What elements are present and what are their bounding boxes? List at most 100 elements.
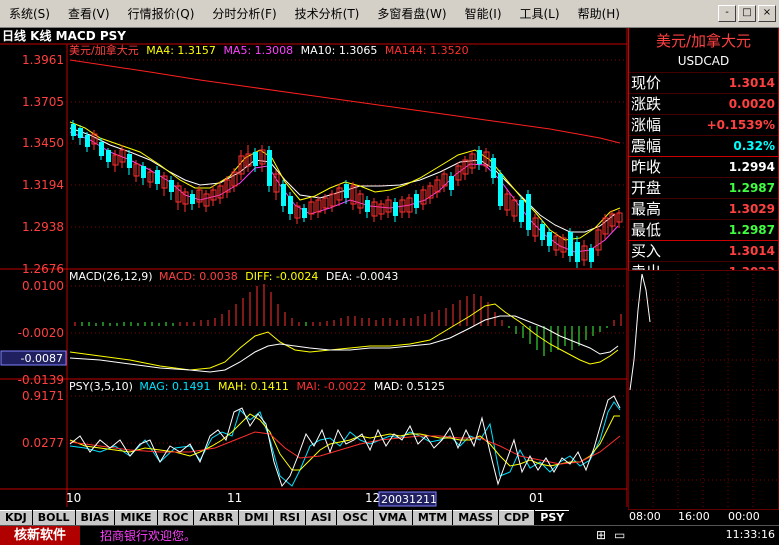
candle: [106, 150, 111, 162]
macd-header: MACD(26,12,9) MACD: 0.0038 DIFF: -0.0024…: [69, 270, 398, 283]
x-label: 01: [529, 491, 544, 505]
candle: [449, 176, 454, 190]
tab-psy[interactable]: PSY: [535, 510, 570, 525]
menu-quote[interactable]: 行情报价(Q): [119, 5, 204, 22]
candle: [498, 174, 503, 206]
window-controls: - □ ×: [718, 5, 779, 22]
tab-arbr[interactable]: ARBR: [194, 510, 239, 525]
cross-cursor-icon[interactable]: ⊞: [596, 528, 606, 542]
macd-histogram: [74, 284, 622, 356]
intraday-time-axis: 08:00 16:00 00:00: [628, 510, 779, 524]
diff-line: [69, 303, 619, 371]
menu-view[interactable]: 查看(V): [59, 5, 119, 22]
tab-dmi[interactable]: DMI: [239, 510, 274, 525]
menu-multiwindow[interactable]: 多窗看盘(W): [368, 5, 455, 22]
quote-row-bid: 买入 1.3014: [629, 240, 778, 261]
tab-bias[interactable]: BIAS: [75, 510, 115, 525]
tab-roc[interactable]: ROC: [157, 510, 194, 525]
quote-row-amplitude: 震幅 0.32%: [629, 135, 778, 156]
tab-mike[interactable]: MIKE: [115, 510, 157, 525]
window-icon[interactable]: ▭: [614, 528, 625, 542]
y-tick: 1.3961: [22, 53, 64, 67]
brand-logo: 核新软件: [0, 526, 81, 545]
menu-help[interactable]: 帮助(H): [569, 5, 629, 22]
psy-header: PSY(3,5,10) MAG: 0.1491 MAH: 0.1411 MAI:…: [69, 380, 445, 393]
ma10-label: MA10: 1.3065: [301, 44, 378, 57]
tab-mtm[interactable]: MTM: [412, 510, 453, 525]
ma144-label: MA144: 1.3520: [385, 44, 469, 57]
candle: [78, 128, 83, 138]
quote-name: 美元/加拿大元: [655, 32, 752, 50]
tab-kdj[interactable]: KDJ: [0, 510, 32, 525]
restore-button[interactable]: □: [738, 5, 756, 22]
menu-bar: 系统(S) 查看(V) 行情报价(Q) 分时分析(F) 技术分析(T) 多窗看盘…: [0, 0, 779, 28]
y-tick: 0.0100: [22, 279, 64, 293]
ma144-line: [69, 59, 621, 144]
menu-technical[interactable]: 技术分析(T): [286, 5, 369, 22]
intraday-chart[interactable]: [628, 270, 779, 510]
macd-value: MACD: 0.0038: [159, 270, 238, 283]
indicator-tabs: KDJ BOLL BIAS MIKE ROC ARBR DMI RSI ASI …: [0, 508, 628, 525]
tab-boll[interactable]: BOLL: [32, 510, 75, 525]
y-tick: 1.2676: [22, 262, 64, 276]
candle: [281, 184, 286, 206]
macd-name: MACD(26,12,9): [69, 270, 153, 283]
candle: [393, 202, 398, 216]
ma5-label: MA5: 1.3008: [223, 44, 293, 57]
tab-osc[interactable]: OSC: [337, 510, 373, 525]
candle: [99, 142, 104, 156]
time-label: 08:00: [629, 510, 661, 523]
menu-tools[interactable]: 工具(L): [511, 5, 569, 22]
candle: [365, 200, 370, 212]
clock: 11:33:16: [725, 528, 775, 541]
ma4-label: MA4: 1.3157: [146, 44, 216, 57]
tab-mass[interactable]: MASS: [453, 510, 499, 525]
menu-smart[interactable]: 智能(I): [456, 5, 511, 22]
kline-symbol: 美元/加拿大元: [69, 43, 139, 57]
candle: [127, 154, 132, 168]
y-tick: -0.0139: [18, 373, 64, 387]
psy-mai-line: [69, 431, 621, 465]
candle: [141, 166, 146, 178]
candle: [344, 184, 349, 198]
mai-value: MAI: -0.0022: [296, 380, 366, 393]
candle: [547, 232, 552, 246]
close-button[interactable]: ×: [758, 5, 776, 22]
candle: [288, 196, 293, 214]
candle: [519, 200, 524, 222]
quote-row-low: 最低 1.2987: [629, 219, 778, 240]
x-label: 10: [66, 491, 81, 505]
tab-rsi[interactable]: RSI: [274, 510, 305, 525]
news-ticker: 招商银行欢迎您。: [100, 529, 197, 543]
menu-intraday[interactable]: 分时分析(F): [203, 5, 285, 22]
x-label: 11: [227, 491, 242, 505]
dea-value: DEA: -0.0043: [326, 270, 398, 283]
tab-vma[interactable]: VMA: [373, 510, 412, 525]
candle: [190, 194, 195, 204]
diff-value: DIFF: -0.0024: [245, 270, 318, 283]
quote-code: USDCAD: [677, 54, 730, 68]
y-tick: 0.0277: [22, 436, 64, 450]
chart-area[interactable]: 1.3961 1.3705 1.3450 1.3194 1.2938 1.267…: [0, 28, 628, 508]
y-tick: 0.9171: [22, 389, 64, 403]
mag-value: MAG: 0.1491: [139, 380, 210, 393]
candle: [568, 232, 573, 256]
ma10-line: [69, 127, 616, 233]
minimize-button[interactable]: -: [718, 5, 736, 22]
time-label: 00:00: [728, 510, 760, 523]
tab-cdp[interactable]: CDP: [499, 510, 535, 525]
candle: [414, 194, 419, 208]
psy-name: PSY(3,5,10): [69, 380, 133, 393]
y-tick: -0.0020: [18, 326, 64, 340]
cursor-date: 20031211: [381, 493, 437, 506]
time-label: 16:00: [678, 510, 710, 523]
candle: [155, 170, 160, 184]
candle: [540, 224, 545, 240]
candle: [526, 194, 531, 230]
menu-system[interactable]: 系统(S): [0, 5, 59, 22]
candle: [71, 124, 76, 136]
candle: [253, 152, 258, 166]
mad-value: MAD: 0.5125: [374, 380, 445, 393]
y-tick: 1.3194: [22, 178, 64, 192]
tab-asi[interactable]: ASI: [305, 510, 337, 525]
